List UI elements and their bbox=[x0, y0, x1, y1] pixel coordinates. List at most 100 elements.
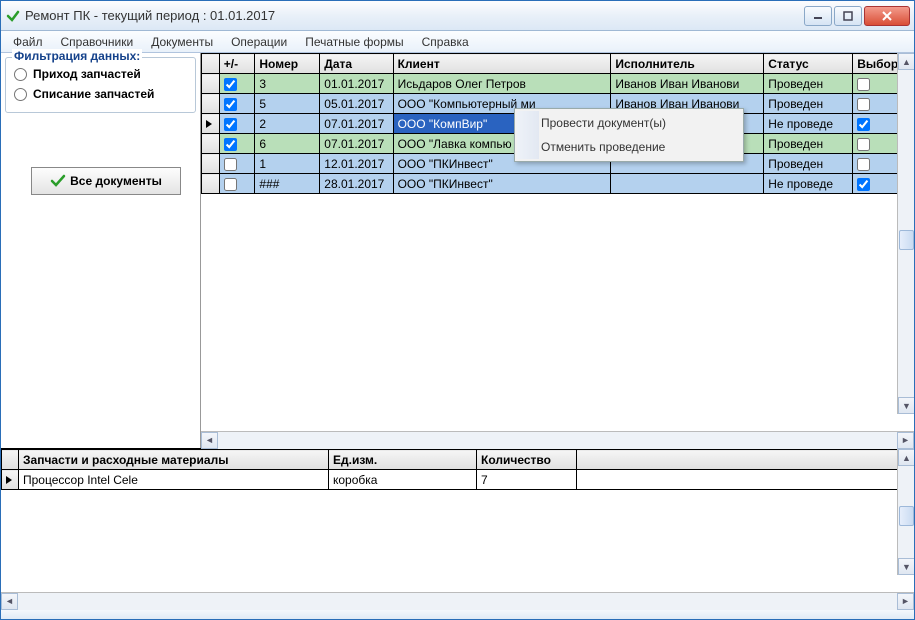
pm-checkbox[interactable] bbox=[224, 178, 237, 191]
scroll-up-icon[interactable]: ▲ bbox=[898, 449, 914, 466]
row-indicator bbox=[202, 94, 220, 114]
row-indicator bbox=[202, 154, 220, 174]
scroll-up-icon[interactable]: ▲ bbox=[898, 53, 914, 70]
cell-date[interactable]: 12.01.2017 bbox=[320, 154, 393, 174]
cell-exec[interactable] bbox=[611, 174, 764, 194]
menu-print[interactable]: Печатные формы bbox=[297, 33, 411, 51]
cell-num[interactable]: 5 bbox=[255, 94, 320, 114]
col-pm[interactable]: +/- bbox=[219, 54, 255, 74]
cell-pm[interactable] bbox=[219, 134, 255, 154]
col-client[interactable]: Клиент bbox=[393, 54, 611, 74]
radio-outgoing-label: Списание запчастей bbox=[33, 87, 154, 101]
pm-checkbox[interactable] bbox=[224, 78, 237, 91]
scroll-down-icon[interactable]: ▼ bbox=[898, 558, 914, 575]
cell-date[interactable]: 28.01.2017 bbox=[320, 174, 393, 194]
radio-incoming-label: Приход запчастей bbox=[33, 67, 141, 81]
cell-date[interactable]: 07.01.2017 bbox=[320, 114, 393, 134]
row-indicator bbox=[202, 174, 220, 194]
cell-status[interactable]: Проведен bbox=[764, 74, 853, 94]
parts-hscroll[interactable]: ◄ ► bbox=[1, 592, 914, 609]
parts-grid[interactable]: Запчасти и расходные материалы Ед.изм. К… bbox=[1, 449, 914, 490]
cell-exec[interactable]: Иванов Иван Иванови bbox=[611, 74, 764, 94]
menu-ops[interactable]: Операции bbox=[223, 33, 295, 51]
sel-checkbox[interactable] bbox=[857, 178, 870, 191]
sel-checkbox[interactable] bbox=[857, 118, 870, 131]
scroll-thumb[interactable] bbox=[899, 230, 914, 250]
cell-pm[interactable] bbox=[219, 74, 255, 94]
filter-panel: Фильтрация данных: Приход запчастей Спис… bbox=[1, 53, 201, 448]
context-menu: Провести документ(ы) Отменить проведение bbox=[514, 108, 744, 162]
sel-checkbox[interactable] bbox=[857, 138, 870, 151]
cell-pm[interactable] bbox=[219, 114, 255, 134]
cell-num[interactable]: ### bbox=[255, 174, 320, 194]
cell-pm[interactable] bbox=[219, 154, 255, 174]
row-indicator bbox=[2, 470, 19, 490]
col2-unit[interactable]: Ед.изм. bbox=[329, 450, 477, 470]
col2-qty[interactable]: Количество bbox=[477, 450, 577, 470]
col-date[interactable]: Дата bbox=[320, 54, 393, 74]
menu-refs[interactable]: Справочники bbox=[53, 33, 142, 51]
menu-file[interactable]: Файл bbox=[5, 33, 51, 51]
cell-unit[interactable]: коробка bbox=[329, 470, 477, 490]
table-row[interactable]: ###28.01.2017ООО "ПКИнвест" Не проведе bbox=[202, 174, 914, 194]
col-status[interactable]: Статус bbox=[764, 54, 853, 74]
radio-incoming[interactable] bbox=[14, 68, 27, 81]
grid-vscroll[interactable]: ▲ ▼ bbox=[897, 53, 914, 414]
cell-qty[interactable]: 7 bbox=[477, 470, 577, 490]
sel-checkbox[interactable] bbox=[857, 158, 870, 171]
col2-rest bbox=[577, 450, 914, 470]
cell-status[interactable]: Не проведе bbox=[764, 114, 853, 134]
menu-help[interactable]: Справка bbox=[414, 33, 477, 51]
cell-num[interactable]: 2 bbox=[255, 114, 320, 134]
cell-client[interactable]: ООО "ПКИнвест" bbox=[393, 174, 611, 194]
sel-checkbox[interactable] bbox=[857, 98, 870, 111]
scroll-right-icon[interactable]: ► bbox=[897, 432, 914, 449]
cell-status[interactable]: Проведен bbox=[764, 134, 853, 154]
check-icon bbox=[50, 173, 66, 189]
cell-num[interactable]: 3 bbox=[255, 74, 320, 94]
window-title: Ремонт ПК - текущий период : 01.01.2017 bbox=[25, 8, 804, 23]
maximize-button[interactable] bbox=[834, 6, 862, 26]
col-exec[interactable]: Исполнитель bbox=[611, 54, 764, 74]
cell-pm[interactable] bbox=[219, 94, 255, 114]
minimize-button[interactable] bbox=[804, 6, 832, 26]
ctx-approve[interactable]: Провести документ(ы) bbox=[517, 111, 741, 135]
statusbar bbox=[1, 609, 914, 619]
cell-pm[interactable] bbox=[219, 174, 255, 194]
cell-num[interactable]: 1 bbox=[255, 154, 320, 174]
cell-parts[interactable]: Процессор Intel Cele bbox=[19, 470, 329, 490]
cell-client[interactable]: Исьдаров Олег Петров bbox=[393, 74, 611, 94]
cell-date[interactable]: 07.01.2017 bbox=[320, 134, 393, 154]
table-row[interactable]: 301.01.2017Исьдаров Олег ПетровИванов Ив… bbox=[202, 74, 914, 94]
sel-checkbox[interactable] bbox=[857, 78, 870, 91]
cell-status[interactable]: Не проведе bbox=[764, 174, 853, 194]
filter-groupbox: Фильтрация данных: Приход запчастей Спис… bbox=[5, 57, 196, 113]
close-button[interactable] bbox=[864, 6, 910, 26]
cell-num[interactable]: 6 bbox=[255, 134, 320, 154]
parts-grid-area: Запчасти и расходные материалы Ед.изм. К… bbox=[1, 449, 914, 609]
pm-checkbox[interactable] bbox=[224, 138, 237, 151]
menu-docs[interactable]: Документы bbox=[143, 33, 221, 51]
scroll-right-icon[interactable]: ► bbox=[897, 593, 914, 610]
cell-status[interactable]: Проведен bbox=[764, 154, 853, 174]
col2-parts[interactable]: Запчасти и расходные материалы bbox=[19, 450, 329, 470]
all-documents-button[interactable]: Все документы bbox=[31, 167, 181, 195]
radio-outgoing[interactable] bbox=[14, 88, 27, 101]
cell-date[interactable]: 05.01.2017 bbox=[320, 94, 393, 114]
table-row[interactable]: Процессор Intel Celeкоробка7 bbox=[2, 470, 914, 490]
col-num[interactable]: Номер bbox=[255, 54, 320, 74]
pm-checkbox[interactable] bbox=[224, 98, 237, 111]
scroll-left-icon[interactable]: ◄ bbox=[1, 593, 18, 610]
pm-checkbox[interactable] bbox=[224, 158, 237, 171]
app-icon bbox=[5, 8, 21, 24]
context-menu-gutter bbox=[517, 111, 539, 159]
cell-date[interactable]: 01.01.2017 bbox=[320, 74, 393, 94]
ctx-cancel[interactable]: Отменить проведение bbox=[517, 135, 741, 159]
scroll-left-icon[interactable]: ◄ bbox=[201, 432, 218, 449]
parts-vscroll[interactable]: ▲ ▼ bbox=[897, 449, 914, 575]
scroll-thumb[interactable] bbox=[899, 506, 914, 526]
pm-checkbox[interactable] bbox=[224, 118, 237, 131]
cell-status[interactable]: Проведен bbox=[764, 94, 853, 114]
grid-hscroll[interactable]: ◄ ► bbox=[201, 431, 914, 448]
scroll-down-icon[interactable]: ▼ bbox=[898, 397, 914, 414]
